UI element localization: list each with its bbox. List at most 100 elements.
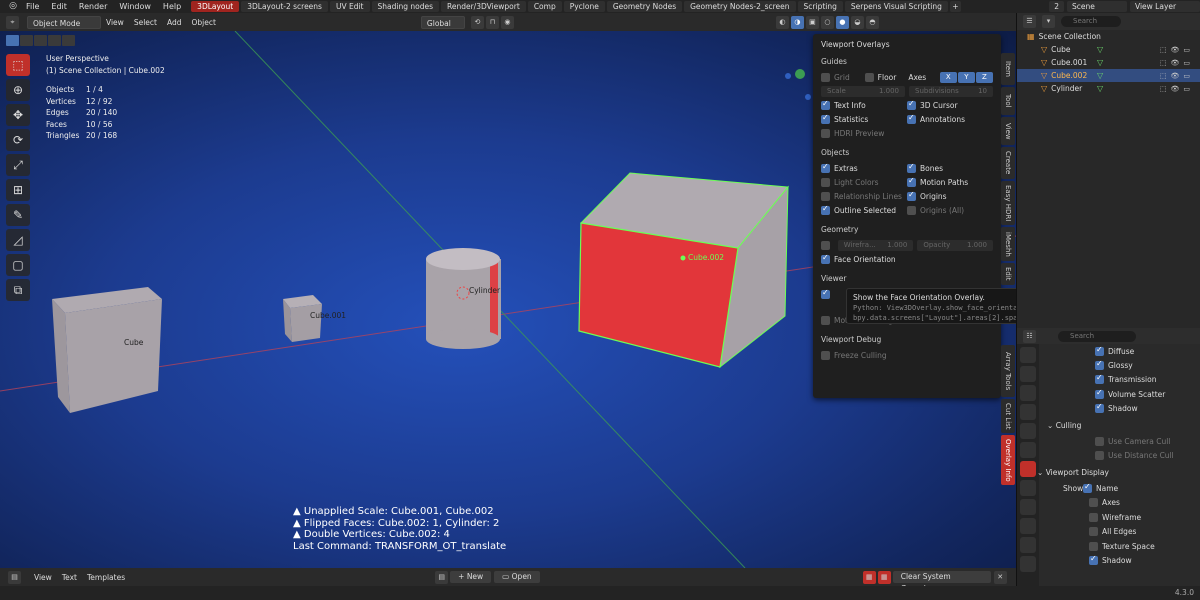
menu-help[interactable]: Help <box>157 0 187 13</box>
overlays-icon[interactable]: ◐ <box>775 15 789 29</box>
flag-icon[interactable]: ▦ <box>862 570 876 584</box>
measure-tool-icon[interactable]: ◿ <box>6 229 30 251</box>
tab-pyclone[interactable]: Pyclone <box>563 1 605 12</box>
select-intersect-icon[interactable] <box>62 35 75 46</box>
tab-3dlayout[interactable]: 3DLayout <box>191 1 240 12</box>
scene-selector[interactable]: Scene <box>1067 1 1127 12</box>
show-shadow-checkbox[interactable]: Shadow <box>1045 554 1199 569</box>
add-workspace-button[interactable]: + <box>949 1 961 12</box>
tool-tab-icon[interactable] <box>1020 347 1036 363</box>
viewport-display-panel-header[interactable]: ⌄ Viewport Display <box>1037 463 1199 481</box>
view-layer-selector[interactable]: View Layer <box>1130 1 1200 12</box>
viewer-checkbox[interactable] <box>821 288 830 299</box>
show-wireframe-checkbox[interactable]: Wireframe <box>1045 510 1199 525</box>
ray-volume-scatter[interactable]: Volume Scatter <box>1045 387 1199 402</box>
view-layer-tab-icon[interactable] <box>1020 404 1036 420</box>
outliner-root[interactable]: ▦ Scene Collection <box>1017 30 1200 43</box>
scale-field[interactable]: Scale 1.000 <box>821 85 905 97</box>
show-texture-space-checkbox[interactable]: Texture Space <box>1045 539 1199 554</box>
select-subtract-icon[interactable] <box>34 35 47 46</box>
outliner-item-cube[interactable]: ▽ Cube ▽ ⬚👁▭ <box>1017 43 1200 56</box>
opacity-field[interactable]: Opacity 1.000 <box>917 239 993 251</box>
menu-file[interactable]: File <box>20 0 45 13</box>
outline-selected-checkbox[interactable]: Outline Selected <box>821 204 907 215</box>
extras-checkbox[interactable]: Extras <box>821 162 907 173</box>
add-cube-tool-icon[interactable]: ▢ <box>6 254 30 276</box>
xray-icon[interactable]: ▣ <box>805 15 819 29</box>
tab-create[interactable]: Create <box>1001 147 1015 179</box>
subdivisions-field[interactable]: Subdivisions 10 <box>909 85 993 97</box>
bones-checkbox[interactable]: Bones <box>907 162 993 173</box>
tab-comp[interactable]: Comp <box>527 1 562 12</box>
tab-overlay-info[interactable]: Overlay Info <box>1001 435 1015 485</box>
text-browse-icon[interactable]: ▤ <box>435 570 449 584</box>
open-text-button[interactable]: ▭ Open <box>494 571 540 583</box>
proportional-icon[interactable]: ◉ <box>500 15 514 29</box>
menu-edit[interactable]: Edit <box>45 0 73 13</box>
shading-material-icon[interactable]: ◒ <box>850 15 864 29</box>
relationship-lines-checkbox[interactable]: Relationship Lines <box>821 191 907 201</box>
tab-shading-nodes[interactable]: Shading nodes <box>371 1 439 12</box>
close-icon[interactable]: ✕ <box>993 570 1007 584</box>
tab-uv-edit[interactable]: UV Edit <box>329 1 370 12</box>
tab-cut-list[interactable]: Cut List <box>1001 399 1015 433</box>
tab-3dlayout-2-screens[interactable]: 3DLayout-2 screens <box>241 1 328 12</box>
origins-checkbox[interactable]: Origins <box>907 190 993 201</box>
render-tab-icon[interactable] <box>1020 366 1036 382</box>
grid-checkbox[interactable]: Grid <box>821 72 865 82</box>
rotate-tool-icon[interactable]: ⟳ <box>6 129 30 151</box>
constraints-tab-icon[interactable] <box>1020 537 1036 553</box>
wireframe-checkbox[interactable] <box>821 240 830 250</box>
text-editor-type-icon[interactable]: ▤ <box>8 570 21 584</box>
ray-diffuse[interactable]: Diffuse <box>1045 344 1199 358</box>
ray-shadow[interactable]: Shadow <box>1045 402 1199 417</box>
tab-geometry-nodes-2[interactable]: Geometry Nodes-2_screen <box>684 1 796 12</box>
visibility-icons[interactable]: ⬚👁▭ <box>1160 72 1194 80</box>
tab-item[interactable]: Item <box>1001 53 1015 85</box>
properties-type-icon[interactable]: ☷ <box>1023 329 1036 343</box>
scene-count[interactable]: 2 <box>1049 1 1064 12</box>
menu-view[interactable]: View <box>101 16 129 29</box>
show-name-checkbox[interactable]: ShowName <box>1045 481 1199 496</box>
statistics-checkbox[interactable]: Statistics <box>821 113 907 124</box>
freeze-culling-checkbox[interactable]: Freeze Culling <box>821 350 981 360</box>
ray-transmission[interactable]: Transmission <box>1045 373 1199 388</box>
snap-icon[interactable]: ⊓ <box>485 15 499 29</box>
tab-edit[interactable]: Edit <box>1001 263 1015 285</box>
use-camera-cull-checkbox[interactable]: Use Camera Cull <box>1045 434 1199 449</box>
visibility-icons[interactable]: ⬚👁▭ <box>1160 46 1194 54</box>
outliner-item-cube-002[interactable]: ▽ Cube.002 ▽ ⬚👁▭ <box>1017 69 1200 82</box>
tab-scripting[interactable]: Scripting <box>797 1 843 12</box>
new-text-button[interactable]: + New <box>450 571 492 583</box>
tab-easy-hdri[interactable]: Easy HDRI <box>1001 181 1015 225</box>
text-info-checkbox[interactable]: Text Info <box>821 99 907 110</box>
add-object-tool-icon[interactable]: ⧉ <box>6 279 30 301</box>
wireframe-field[interactable]: Wirefra... 1.000 <box>837 239 914 251</box>
tab-geometry-nodes[interactable]: Geometry Nodes <box>606 1 683 12</box>
particles-tab-icon[interactable] <box>1020 499 1036 515</box>
shading-wire-icon[interactable]: ○ <box>820 15 834 29</box>
flag-icon-2[interactable]: ▦ <box>877 570 891 584</box>
tab-serpens[interactable]: Serpens Visual Scripting <box>844 1 948 12</box>
output-tab-icon[interactable] <box>1020 385 1036 401</box>
show-axes-checkbox[interactable]: Axes <box>1045 496 1199 511</box>
tab-array-tools[interactable]: Array Tools <box>1001 345 1015 397</box>
annotations-checkbox[interactable]: Annotations <box>907 113 993 124</box>
menu-text[interactable]: Text <box>57 571 82 584</box>
outliner-item-cylinder[interactable]: ▽ Cylinder ▽ ⬚👁▭ <box>1017 82 1200 95</box>
face-orientation-checkbox[interactable]: Face Orientation <box>821 253 981 264</box>
annotate-tool-icon[interactable]: ✎ <box>6 204 30 226</box>
outliner-type-icon[interactable]: ☰ <box>1023 15 1036 28</box>
move-tool-icon[interactable]: ✥ <box>6 104 30 126</box>
show-all-edges-checkbox[interactable]: All Edges <box>1045 525 1199 540</box>
3d-cursor-checkbox[interactable]: 3D Cursor <box>907 99 993 110</box>
floor-checkbox[interactable]: Floor <box>864 72 909 82</box>
cursor-tool-icon[interactable]: ⊕ <box>6 79 30 101</box>
select-extend-icon[interactable] <box>20 35 33 46</box>
shading-solid-icon[interactable]: ● <box>835 15 849 29</box>
motion-paths-checkbox[interactable]: Motion Paths <box>907 176 993 187</box>
overlays-dropdown-icon[interactable]: ◑ <box>790 15 804 29</box>
menu-object[interactable]: Object <box>186 16 220 29</box>
filter-icon[interactable]: ▾ <box>1042 15 1055 28</box>
outliner-search[interactable]: Search <box>1061 16 1121 27</box>
